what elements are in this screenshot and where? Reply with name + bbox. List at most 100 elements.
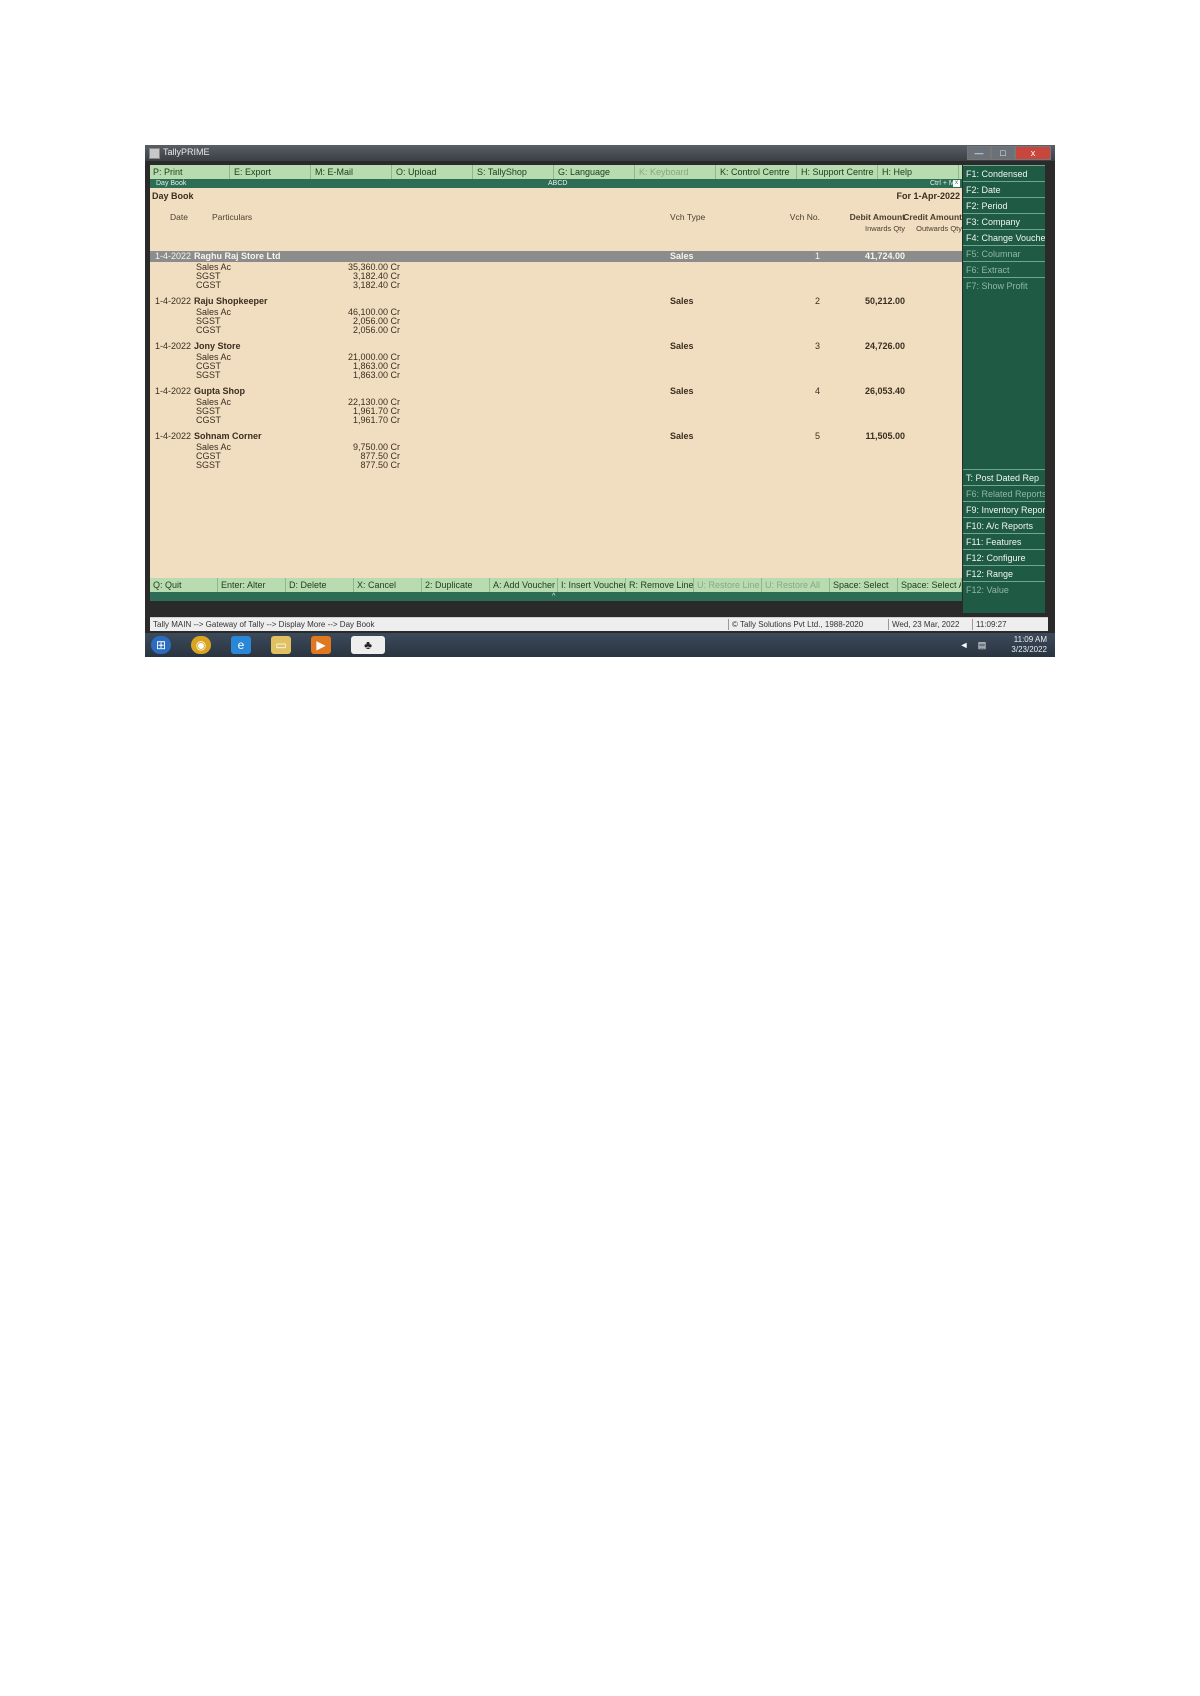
right-button-panel: F1: Condensed F2: Date F2: Period F3: Co…	[963, 165, 1045, 613]
action-select-all[interactable]: Space: Select All	[898, 578, 962, 592]
btn-range[interactable]: F12: Range	[963, 565, 1045, 581]
btn-period[interactable]: F2: Period	[963, 197, 1045, 213]
action-cancel[interactable]: X: Cancel	[354, 578, 422, 592]
tally-icon[interactable]: ♣	[351, 636, 385, 654]
menu-language[interactable]: G: Language	[555, 165, 635, 179]
voucher-type: Sales	[670, 296, 694, 306]
status-time: 11:09:27	[976, 620, 1007, 629]
voucher-debit: 50,212.00	[864, 296, 905, 306]
chrome-icon[interactable]: ◉	[191, 636, 211, 654]
action-duplicate[interactable]: 2: Duplicate	[422, 578, 490, 592]
status-divider	[728, 619, 729, 630]
menu-keyboard[interactable]: K: Keyboard	[636, 165, 716, 179]
col-vch-type: Vch Type	[670, 212, 706, 222]
media-player-icon[interactable]: ▶	[311, 636, 331, 654]
screen: TallyPRIME — □ x P: Print E: Export M: E…	[145, 145, 1055, 657]
btn-value[interactable]: F12: Value	[963, 581, 1045, 597]
clock-time: 11:09 AM	[1013, 635, 1047, 644]
maximize-button[interactable]: □	[991, 146, 1015, 160]
ledger-amount: 3,182.40 Cr	[352, 280, 400, 290]
title-bar: TallyPRIME — □ x	[145, 145, 1055, 161]
ledger-name: CGST	[196, 280, 222, 290]
btn-company[interactable]: F3: Company	[963, 213, 1045, 229]
voucher-type: Sales	[670, 251, 694, 261]
btn-condensed[interactable]: F1: Condensed	[963, 165, 1045, 181]
network-icon[interactable]: ▤	[975, 636, 989, 654]
btn-post-dated-rep[interactable]: T: Post Dated Rep	[963, 469, 1045, 485]
menu-help[interactable]: H: Help	[879, 165, 959, 179]
voucher-no: 3	[814, 341, 820, 351]
col-vch-no: Vch No.	[789, 212, 820, 222]
status-path: Tally MAIN --> Gateway of Tally --> Disp…	[153, 620, 375, 629]
menu-upload[interactable]: O: Upload	[393, 165, 473, 179]
menu-email[interactable]: M: E-Mail	[312, 165, 392, 179]
voucher-no: 4	[814, 386, 820, 396]
voucher-debit: 24,726.00	[864, 341, 905, 351]
voucher-debit: 41,724.00	[864, 251, 905, 261]
action-quit[interactable]: Q: Quit	[150, 578, 218, 592]
action-select[interactable]: Space: Select	[830, 578, 898, 592]
report-bar-company: ABCD	[548, 180, 568, 187]
action-remove-line[interactable]: R: Remove Line	[626, 578, 694, 592]
action-restore-line[interactable]: U: Restore Line	[694, 578, 762, 592]
action-insert-voucher[interactable]: I: Insert Voucher	[558, 578, 626, 592]
voucher-no: 5	[814, 431, 820, 441]
report-title-bar: Day Book ABCD Ctrl + M x	[150, 179, 962, 188]
col-particulars: Particulars	[212, 212, 253, 222]
report-date: For 1-Apr-2022	[896, 191, 960, 201]
action-add-voucher[interactable]: A: Add Voucher	[490, 578, 558, 592]
btn-configure[interactable]: F12: Configure	[963, 549, 1045, 565]
menu-print[interactable]: P: Print	[150, 165, 230, 179]
voucher-party: Jony Store	[194, 341, 241, 351]
ledger-amount: 877.50 Cr	[360, 460, 400, 470]
status-date: Wed, 23 Mar, 2022	[892, 620, 960, 629]
voucher-party: Raju Shopkeeper	[194, 296, 268, 306]
voucher-row-selected[interactable]: 1-4-2022 Raghu Raj Store Ltd Sales 1 41,…	[150, 251, 962, 262]
btn-ac-reports[interactable]: F10: A/c Reports	[963, 517, 1045, 533]
report-close-icon[interactable]: x	[953, 180, 960, 187]
ledger-name: CGST	[196, 325, 222, 335]
ledger-name: CGST	[196, 415, 222, 425]
voucher-debit: 11,505.00	[865, 431, 905, 441]
ledger-amount: 2,056.00 Cr	[352, 325, 400, 335]
action-alter[interactable]: Enter: Alter	[218, 578, 286, 592]
btn-show-profit[interactable]: F7: Show Profit	[963, 277, 1045, 293]
ledger-name: SGST	[196, 370, 221, 380]
ledger-name: SGST	[196, 460, 221, 470]
voucher-no: 2	[814, 296, 820, 306]
volume-icon[interactable]: ◄	[957, 636, 971, 654]
status-divider	[972, 619, 973, 630]
btn-extract[interactable]: F6: Extract	[963, 261, 1045, 277]
close-button[interactable]: x	[1015, 146, 1051, 160]
voucher-no: 1	[814, 251, 820, 261]
voucher-date: 1-4-2022	[155, 251, 192, 261]
voucher-date: 1-4-2022	[155, 341, 192, 351]
menu-control-centre[interactable]: K: Control Centre	[717, 165, 797, 179]
folder-icon[interactable]: ▭	[271, 636, 291, 654]
menu-export[interactable]: E: Export	[231, 165, 311, 179]
btn-related-reports[interactable]: F6: Related Reports	[963, 485, 1045, 501]
ledger-amount: 1,961.70 Cr	[352, 415, 400, 425]
voucher-date: 1-4-2022	[155, 296, 192, 306]
status-copyright: © Tally Solutions Pvt Ltd., 1988-2020	[732, 620, 864, 629]
menu-support-centre[interactable]: H: Support Centre	[798, 165, 878, 179]
start-orb-icon[interactable]: ⊞	[151, 636, 171, 654]
ie-icon[interactable]: e	[231, 636, 251, 654]
btn-inventory-reports[interactable]: F9: Inventory Reports	[963, 501, 1045, 517]
action-restore-all[interactable]: U: Restore All	[762, 578, 830, 592]
action-delete[interactable]: D: Delete	[286, 578, 354, 592]
voucher-date: 1-4-2022	[155, 431, 192, 441]
report-title: Day Book	[152, 191, 194, 201]
taskbar-clock[interactable]: 11:09 AM 3/23/2022	[1011, 635, 1047, 655]
btn-change-voucher[interactable]: F4: Change Voucher	[963, 229, 1045, 245]
bottom-action-bar: Q: Quit Enter: Alter D: Delete X: Cancel…	[150, 578, 962, 592]
expand-caret-icon[interactable]: ^	[552, 592, 555, 601]
btn-columnar[interactable]: F5: Columnar	[963, 245, 1045, 261]
col-date: Date	[170, 212, 188, 222]
window-title: TallyPRIME	[163, 147, 210, 157]
day-book-report: Day Book For 1-Apr-2022 Date Particulars…	[150, 188, 962, 578]
btn-features[interactable]: F11: Features	[963, 533, 1045, 549]
menu-tallyshop[interactable]: S: TallyShop	[474, 165, 554, 179]
btn-date[interactable]: F2: Date	[963, 181, 1045, 197]
minimize-button[interactable]: —	[967, 146, 991, 160]
